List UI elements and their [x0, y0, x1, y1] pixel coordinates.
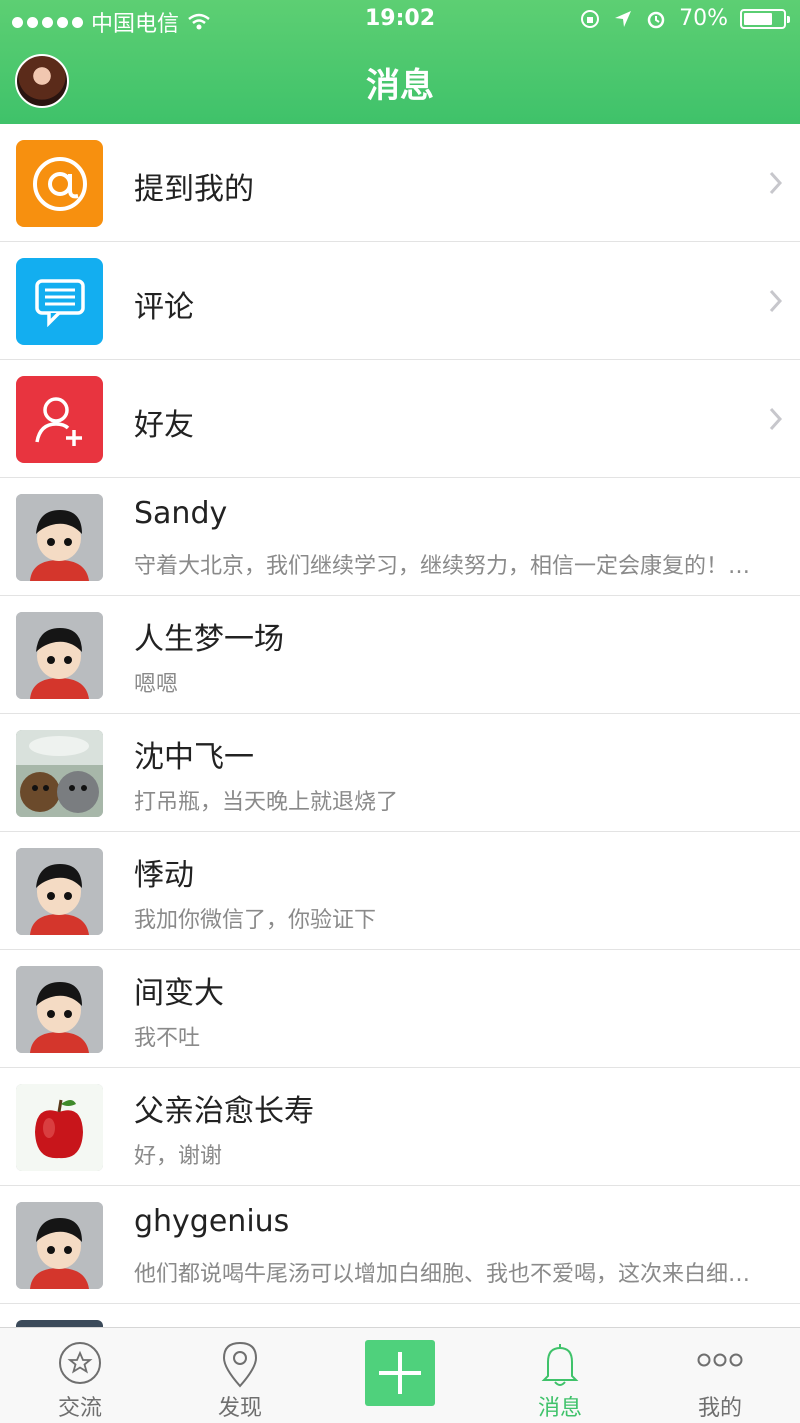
conversation-preview: 好，谢谢 [134, 1144, 223, 1169]
conversation-name: 父亲治愈长寿 [134, 1094, 314, 1129]
conversation-preview: 打吊瓶，当天晚上就退烧了 [134, 790, 399, 815]
default-cartoon-avatar [16, 494, 103, 581]
tab-label: 发现 [217, 1396, 262, 1421]
conversation-name: 悸动 [134, 858, 194, 893]
header: 中国电信 19:02 70% 消息 [0, 0, 800, 124]
at-icon [16, 140, 103, 227]
star-circle-icon [59, 1342, 101, 1384]
chevron-right-icon [769, 171, 783, 195]
menu-row-mentions[interactable]: 提到我的 [0, 124, 800, 242]
more-dots-icon [697, 1353, 743, 1367]
default-cartoon-avatar [16, 848, 103, 935]
plus-icon [379, 1352, 421, 1394]
menu-row-friends[interactable]: 好友 [0, 360, 800, 478]
conversation-row[interactable]: 间变大 我不吐 [0, 950, 800, 1068]
conversation-name: Sandy [134, 496, 228, 531]
message-list: 提到我的 评论 好友 Sandy 守着大北京，我们继续学习，继续努力，相信一定会… [0, 124, 800, 1334]
menu-row-label: 好友 [134, 408, 194, 443]
menu-row-label: 评论 [134, 290, 194, 325]
conversation-row[interactable]: 人生梦一场 嗯嗯 [0, 596, 800, 714]
conversation-name: ghygenius [134, 1204, 290, 1239]
status-bar: 中国电信 19:02 70% [0, 0, 800, 40]
conversation-row[interactable]: Sandy 守着大北京，我们继续学习，继续努力，相信一定会康复的！… [0, 478, 800, 596]
location-arrow-icon [615, 10, 632, 27]
battery-percent: 70% [679, 6, 728, 31]
conversation-row[interactable]: 父亲治愈长寿 好，谢谢 [0, 1068, 800, 1186]
chevron-right-icon [769, 289, 783, 313]
apple-avatar [16, 1084, 103, 1171]
battery-icon [740, 8, 790, 29]
default-cartoon-avatar [16, 1202, 103, 1289]
tab-exchange[interactable]: 交流 [0, 1328, 160, 1423]
bell-icon [541, 1344, 579, 1386]
conversation-name: 人生梦一场 [134, 622, 284, 657]
tab-discover[interactable]: 发现 [160, 1328, 320, 1423]
add-post-button[interactable] [365, 1340, 435, 1406]
rotation-lock-icon [581, 9, 600, 28]
location-pin-icon [222, 1341, 258, 1388]
menu-row-comments[interactable]: 评论 [0, 242, 800, 360]
alarm-icon [647, 11, 665, 28]
dogs-photo-avatar [16, 730, 103, 817]
default-cartoon-avatar [16, 966, 103, 1053]
conversation-preview: 嗯嗯 [134, 672, 179, 697]
conversation-preview: 他们都说喝牛尾汤可以增加白细胞、我也不爱喝，这次来白细… [134, 1262, 751, 1287]
conversation-row[interactable]: 悸动 我加你微信了，你验证下 [0, 832, 800, 950]
tab-me[interactable]: 我的 [640, 1328, 800, 1423]
conversation-row[interactable]: ghygenius 他们都说喝牛尾汤可以增加白细胞、我也不爱喝，这次来白细… [0, 1186, 800, 1304]
conversation-name: 间变大 [134, 976, 224, 1011]
conversation-row[interactable]: 沈中飞一 打吊瓶，当天晚上就退烧了 [0, 714, 800, 832]
status-right: 70% [579, 6, 790, 31]
chevron-right-icon [769, 407, 783, 431]
tab-label: 消息 [537, 1396, 582, 1421]
tab-messages[interactable]: 消息 [480, 1328, 640, 1423]
add-friend-icon [16, 376, 103, 463]
tab-label: 我的 [697, 1396, 742, 1421]
comment-icon [16, 258, 103, 345]
page-title: 消息 [366, 66, 434, 106]
tab-bar: 交流 发现 消息 我的 [0, 1327, 800, 1423]
conversation-preview: 我不吐 [134, 1026, 201, 1051]
default-cartoon-avatar [16, 612, 103, 699]
menu-row-label: 提到我的 [134, 172, 254, 207]
tab-label: 交流 [57, 1396, 102, 1421]
conversation-preview: 我加你微信了，你验证下 [134, 908, 377, 933]
conversation-name: 沈中飞一 [134, 740, 254, 775]
conversation-preview: 守着大北京，我们继续学习，继续努力，相信一定会康复的！… [134, 554, 751, 579]
